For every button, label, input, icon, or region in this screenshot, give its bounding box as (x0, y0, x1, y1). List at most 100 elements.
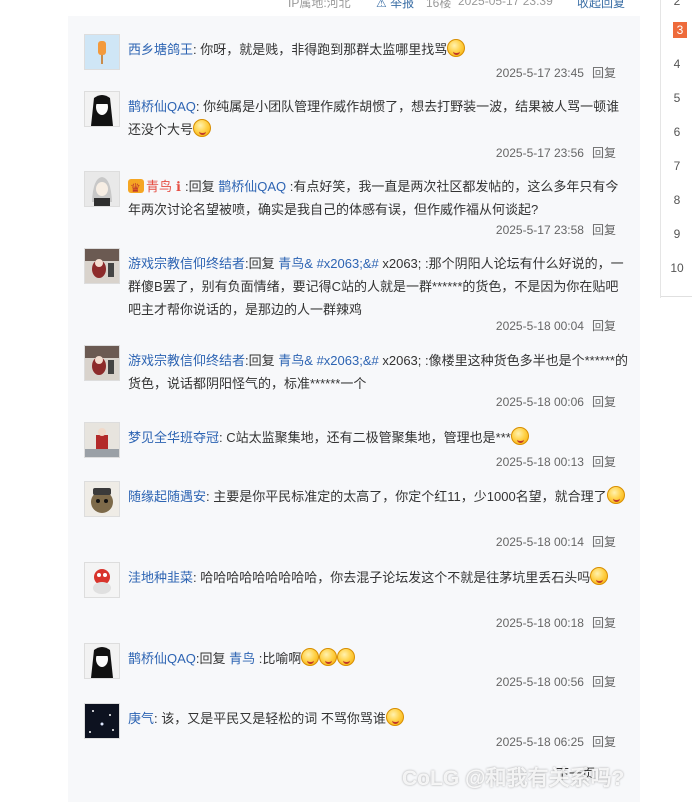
avatar[interactable] (84, 643, 120, 679)
reply-meta: 2025-5-18 00:04 回复 (496, 317, 616, 334)
reply-target-code[interactable]: #x2063;&# (317, 256, 379, 271)
reply-button[interactable]: 回复 (592, 146, 616, 160)
floor-info-bar: IP属地:河北 ⚠ 举报 16楼 2025-05-17 23:39 收起回复 (288, 0, 630, 11)
colon: : (219, 430, 223, 445)
avatar[interactable] (84, 345, 120, 381)
reply-meta: 2025-5-18 06:25 回复 (496, 733, 616, 750)
reply-body: 哈哈哈哈哈哈哈哈哈，你去混子论坛发这个不就是往茅坑里丢石头吗 (200, 570, 591, 585)
reply-button[interactable]: 回复 (592, 455, 616, 469)
reply-content: 随缘起随遇安: 主要是你平民标准定的太高了，你定个红11，少1000名望，就合理… (128, 485, 628, 508)
reply-content: 梦见全华班夺冠: C站太监聚集地，还有二极管聚集地，管理也是*** (128, 426, 628, 449)
reply-prefix: :回复 (245, 353, 275, 368)
reply-target-code[interactable]: #x2063;&# (317, 353, 379, 368)
reply-button[interactable]: 回复 (592, 395, 616, 409)
reply-username[interactable]: 梦见全华班夺冠 (128, 430, 219, 445)
reply-prefix: :回复 (195, 651, 226, 666)
reply-username[interactable]: 鹊桥仙QAQ (128, 99, 196, 114)
level-badge: ℹ (176, 179, 181, 194)
avatar[interactable] (84, 171, 120, 207)
reply-meta: 2025-5-17 23:56 回复 (496, 144, 616, 161)
reply-content: 庚气: 该，又是平民又是轻松的词 不骂你骂谁 (128, 707, 628, 730)
page-index-sidebar: 2 3 4 5 6 7 8 9 10 (660, 0, 692, 298)
reply-button[interactable]: 回复 (592, 616, 616, 630)
colon: : (193, 42, 197, 57)
reply-username[interactable]: 游戏宗教信仰终结者 (128, 256, 245, 271)
report-label[interactable]: 举报 (390, 0, 414, 10)
reply-time: 2025-5-18 00:56 (495, 675, 584, 689)
reply-button[interactable]: 回复 (592, 223, 616, 237)
reply-item: 庚气: 该，又是平民又是轻松的词 不骂你骂谁 2025-5-18 06:25 回复 (84, 703, 632, 755)
reply-target-user[interactable]: 鹊桥仙QAQ (218, 179, 286, 194)
report-link[interactable]: ⚠ 举报 (376, 0, 414, 11)
reply-meta: 2025-5-18 00:18 回复 (496, 614, 616, 631)
reply-target-user[interactable]: 青鸟& (278, 256, 313, 271)
reply-username[interactable]: 随缘起随遇安 (128, 489, 206, 504)
reply-button[interactable]: 回复 (592, 319, 616, 333)
reply-time: 2025-5-18 00:14 (495, 535, 584, 549)
emoji-icon (606, 486, 625, 504)
reply-item: 洼地种韭菜: 哈哈哈哈哈哈哈哈哈，你去混子论坛发这个不就是往茅坑里丢石头吗 20… (84, 562, 632, 632)
reply-username[interactable]: 鹊桥仙QAQ (128, 651, 196, 666)
reply-item: 随缘起随遇安: 主要是你平民标准定的太高了，你定个红11，少1000名望，就合理… (84, 481, 632, 551)
reply-body: 你呀，就是贱，非得跑到那群太监哪里找骂 (200, 42, 448, 57)
page-link[interactable]: 8 (661, 193, 692, 207)
reply-prefix: :回复 (245, 256, 275, 271)
reply-item: 鹊桥仙QAQ:回复 青鸟 :比喻啊 2025-5-18 00:56 回复 (84, 643, 632, 695)
sidebar-divider (661, 296, 692, 297)
page-link[interactable]: 5 (661, 91, 692, 105)
emoji-icon (301, 648, 320, 666)
reply-content: 西乡塘鸽王: 你呀，就是贱，非得跑到那群太监哪里找骂 (128, 38, 628, 61)
collapse-replies-link[interactable]: 收起回复 (577, 0, 625, 11)
reply-username[interactable]: 庚气 (128, 711, 154, 726)
reply-target-user[interactable]: 青鸟& (278, 353, 313, 368)
avatar[interactable] (84, 248, 120, 284)
page-link[interactable]: 4 (661, 57, 692, 71)
reply-button[interactable]: 回复 (592, 66, 616, 80)
colon: : (195, 99, 200, 114)
reply-button[interactable]: 回复 (592, 535, 616, 549)
emoji-icon (590, 567, 609, 585)
reply-time: 2025-5-17 23:45 (495, 66, 584, 80)
reply-target-user[interactable]: 青鸟 (229, 651, 255, 666)
page-link[interactable]: 7 (661, 159, 692, 173)
page-link[interactable]: 10 (661, 261, 692, 275)
reply-button[interactable]: 回复 (592, 675, 616, 689)
emoji-icon (447, 39, 466, 57)
page-link-active[interactable]: 3 (673, 22, 687, 38)
avatar[interactable] (84, 562, 120, 598)
reply-time: 2025-5-17 23:56 (495, 146, 584, 160)
page-link[interactable]: 2 (661, 0, 692, 8)
reply-prefix: :回复 (184, 179, 215, 194)
reply-item: 青鸟ℹ:回复 鹊桥仙QAQ :有点好笑，我一直是两次社区都发帖的，这么多年只有今… (84, 171, 632, 241)
reply-time: 2025-5-18 00:18 (495, 616, 584, 630)
ip-location: IP属地:河北 (288, 0, 351, 10)
avatar[interactable] (84, 34, 120, 70)
reply-meta: 2025-5-18 00:56 回复 (496, 673, 616, 690)
emoji-icon (510, 427, 529, 445)
avatar[interactable] (84, 422, 120, 458)
reply-username[interactable]: 洼地种韭菜 (128, 570, 193, 585)
reply-time: 2025-5-18 00:13 (495, 455, 584, 469)
reply-meta: 2025-5-17 23:45 回复 (496, 64, 616, 81)
reply-meta: 2025-5-18 00:14 回复 (496, 533, 616, 550)
reply-button[interactable]: 回复 (592, 735, 616, 749)
page-link[interactable]: 6 (661, 125, 692, 139)
reply-item: 游戏宗教信仰终结者:回复 青鸟& #x2063;&# x2063; :像楼里这种… (84, 345, 632, 415)
emoji-icon (385, 708, 404, 726)
emoji-icon (337, 648, 356, 666)
reply-username[interactable]: 游戏宗教信仰终结者 (128, 353, 245, 368)
avatar[interactable] (84, 91, 120, 127)
avatar[interactable] (84, 481, 120, 517)
reply-item: 西乡塘鸽王: 你呀，就是贱，非得跑到那群太监哪里找骂 2025-5-17 23:… (84, 34, 632, 94)
reply-content: 鹊桥仙QAQ:回复 青鸟 :比喻啊 (128, 647, 628, 670)
reply-content: 游戏宗教信仰终结者:回复 青鸟& #x2063;&# x2063; :像楼里这种… (128, 349, 628, 395)
page-link[interactable]: 9 (661, 227, 692, 241)
floor-number: 16楼 (426, 0, 452, 10)
reply-username[interactable]: 西乡塘鸽王 (128, 42, 193, 57)
avatar[interactable] (84, 703, 120, 739)
reply-body: C站太监聚集地，还有二极管聚集地，管理也是*** (226, 430, 511, 445)
reply-item: 游戏宗教信仰终结者:回复 青鸟& #x2063;&# x2063; :那个阴阳人… (84, 248, 632, 338)
reply-username[interactable]: 青鸟 (146, 179, 172, 194)
reply-content: 洼地种韭菜: 哈哈哈哈哈哈哈哈哈，你去混子论坛发这个不就是往茅坑里丢石头吗 (128, 566, 628, 589)
reply-time: 2025-5-18 00:04 (495, 319, 584, 333)
